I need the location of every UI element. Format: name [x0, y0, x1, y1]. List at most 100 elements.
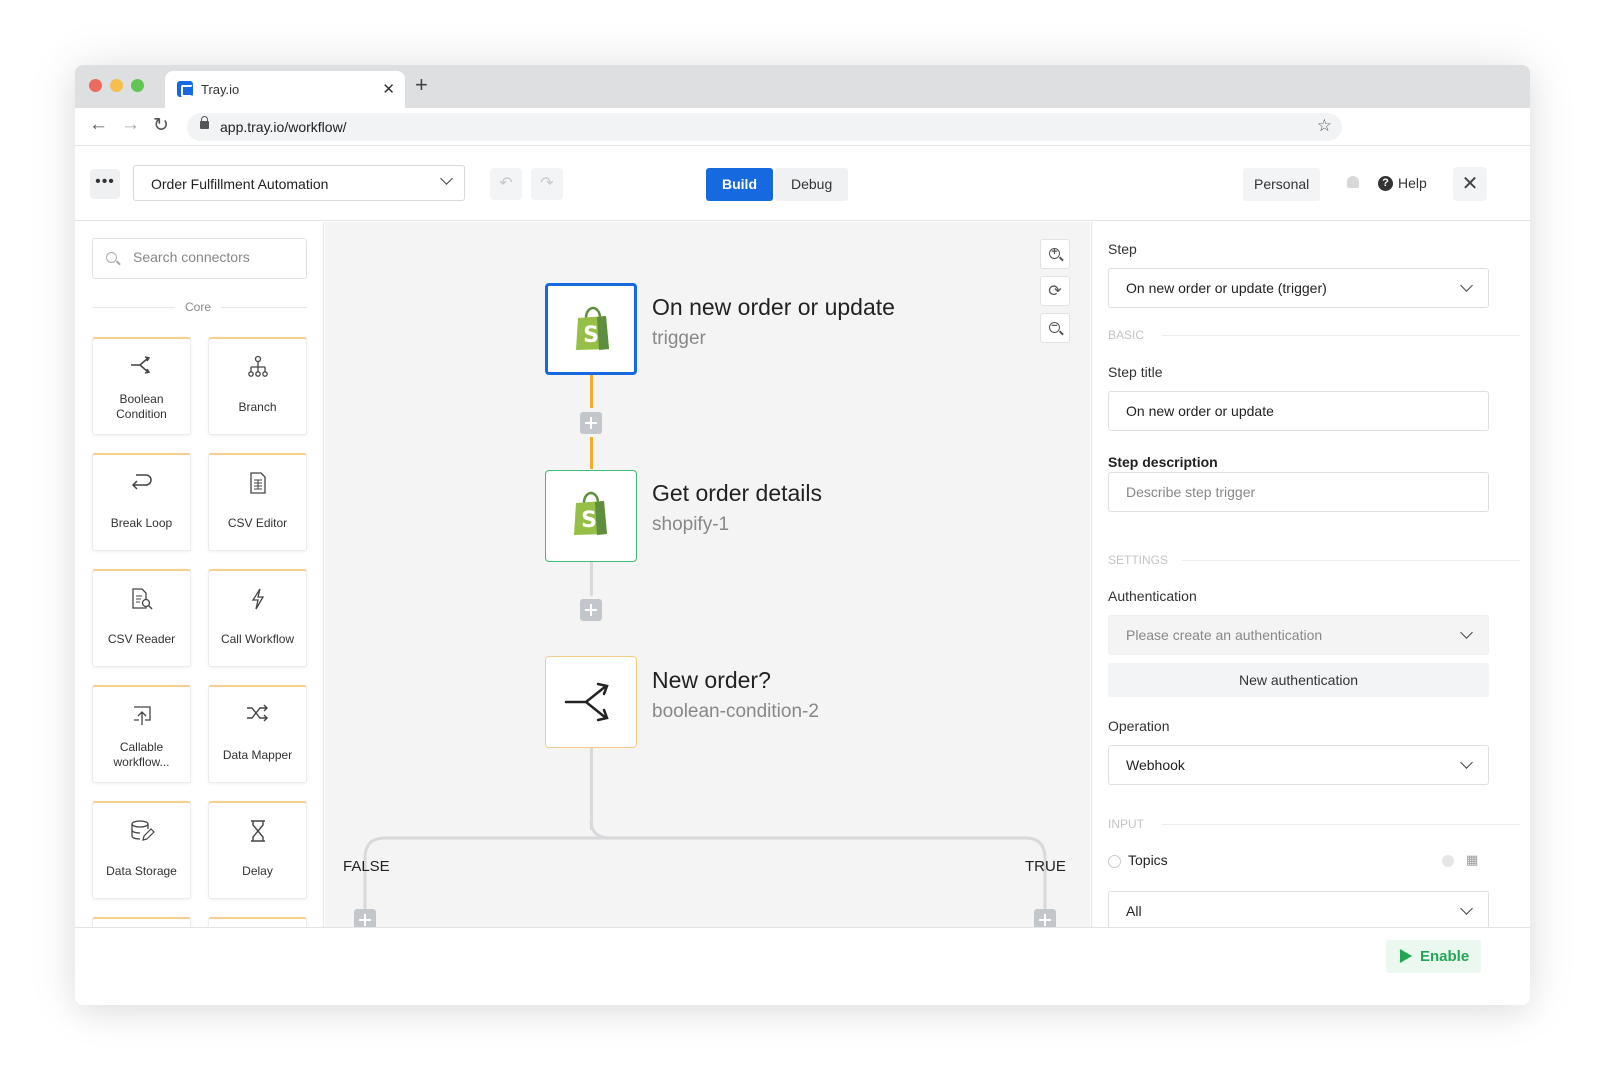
boolean-condition-node[interactable] [545, 656, 637, 748]
topics-radio[interactable] [1108, 855, 1121, 868]
workspace-button[interactable]: Personal [1243, 168, 1321, 201]
boolean-branch-icon [564, 682, 609, 722]
step-title-input[interactable]: On new order or update [1108, 391, 1489, 431]
false-branch-label: FALSE [343, 858, 390, 875]
authentication-placeholder: Please create an authentication [1126, 627, 1323, 643]
connector-card-branch[interactable]: Branch [208, 337, 307, 435]
true-branch-label: TRUE [1025, 858, 1066, 875]
operation-select[interactable]: Webhook [1108, 745, 1489, 785]
build-mode-button[interactable]: Build [706, 168, 773, 201]
new-authentication-button[interactable]: New authentication [1108, 663, 1489, 697]
workflow-selector[interactable]: Order Fulfillment Automation [133, 165, 465, 201]
table-view-icon[interactable]: ▦ [1466, 852, 1478, 868]
close-icon: ✕ [1461, 173, 1479, 195]
section-divider [1162, 824, 1520, 825]
tab-title: Tray.io [201, 82, 240, 97]
basic-section-label: BASIC [1108, 328, 1145, 342]
address-bar[interactable]: app.tray.io/workflow/ ☆ [187, 113, 1342, 141]
connector-card-break-loop[interactable]: Break Loop [92, 453, 191, 551]
return-arrow-icon [93, 471, 190, 499]
redo-button[interactable]: ↷ [531, 168, 563, 200]
chevron-down-icon [1460, 902, 1473, 915]
connector-card-csv-editor[interactable]: CSV Editor [208, 453, 307, 551]
new-tab-icon[interactable]: + [415, 74, 428, 96]
node-subtitle: shopify-1 [652, 514, 730, 535]
operation-value: Webhook [1126, 757, 1185, 773]
spreadsheet-icon [209, 471, 306, 501]
step-description-placeholder: Describe step trigger [1126, 484, 1256, 500]
input-section-label: INPUT [1108, 817, 1144, 831]
enable-workflow-button[interactable]: Enable [1386, 940, 1482, 973]
trigger-node[interactable]: S [545, 283, 637, 375]
connector-label: Branch [238, 400, 277, 414]
chevron-down-icon [440, 172, 453, 185]
reload-icon[interactable]: ↻ [153, 114, 169, 137]
step-title-label: Step title [1108, 364, 1163, 380]
shopify-node[interactable]: S [545, 470, 637, 562]
step-properties-panel: Step On new order or update (trigger) BA… [1091, 222, 1530, 927]
play-icon [1400, 949, 1412, 963]
connector-label: Break Loop [110, 516, 173, 530]
connector-card-boolean-condition[interactable]: Boolean Condition [92, 337, 191, 435]
connector-card-delay[interactable]: Delay [208, 801, 307, 899]
browser-tab[interactable]: Tray.io ✕ [165, 71, 405, 108]
help-icon[interactable]: ? [1378, 176, 1393, 191]
connector-card-callable-workflow[interactable]: Callable workflow... [92, 685, 191, 783]
branch-arrow-icon [93, 355, 190, 381]
topics-value: All [1126, 903, 1142, 919]
topics-label: Topics [1128, 852, 1168, 868]
search-connectors-box [92, 238, 307, 279]
close-window-button[interactable] [89, 79, 102, 92]
workflow-name: Order Fulfillment Automation [151, 176, 329, 192]
back-icon[interactable]: ← [89, 114, 108, 136]
upload-icon [93, 703, 190, 733]
forward-icon[interactable]: → [121, 114, 140, 136]
notification-bell-icon[interactable] [1347, 176, 1359, 188]
connector-card-partial[interactable] [92, 917, 191, 927]
connector-card-call-workflow[interactable]: Call Workflow [208, 569, 307, 667]
step-description-input[interactable]: Describe step trigger [1108, 472, 1489, 512]
node-subtitle: trigger [652, 328, 706, 349]
topics-select[interactable]: All [1108, 891, 1489, 927]
help-link[interactable]: Help [1398, 175, 1427, 191]
authentication-label: Authentication [1108, 588, 1197, 604]
enable-label: Enable [1420, 948, 1470, 965]
workflow-canvas[interactable]: + ⟳ − FALSE TRUE S On new order or updat… [325, 222, 1090, 927]
search-input[interactable] [133, 249, 298, 265]
debug-mode-button[interactable]: Debug [775, 168, 849, 201]
minimize-window-button[interactable] [110, 79, 123, 92]
hourglass-icon [209, 819, 306, 849]
connector-label: Data Mapper [222, 748, 293, 762]
add-step-false-icon[interactable] [354, 909, 376, 927]
undo-button[interactable]: ↶ [490, 168, 522, 200]
branch-lines [363, 819, 1047, 912]
section-divider [1182, 560, 1520, 561]
tab-close-icon[interactable]: ✕ [382, 80, 395, 98]
lock-icon [200, 116, 209, 129]
undo-icon: ↶ [499, 175, 513, 192]
browser-toolbar: ← → ↻ app.tray.io/workflow/ ☆ [75, 108, 1530, 146]
builder-footer: Enable [75, 927, 1530, 1005]
svg-text:S: S [581, 508, 597, 533]
connector-label: Data Storage [106, 864, 177, 878]
connector-card-data-storage[interactable]: Data Storage [92, 801, 191, 899]
maximize-window-button[interactable] [131, 79, 144, 92]
info-icon[interactable] [1442, 855, 1454, 867]
node-subtitle: boolean-condition-2 [652, 701, 819, 722]
connector-card-data-mapper[interactable]: Data Mapper [208, 685, 307, 783]
connector-card-csv-reader[interactable]: CSV Reader [92, 569, 191, 667]
tree-icon [209, 355, 306, 385]
add-step-true-icon[interactable] [1034, 909, 1056, 927]
connector-label: CSV Editor [227, 516, 288, 530]
connector-card-partial[interactable] [208, 917, 307, 927]
step-title-value: On new order or update [1126, 403, 1274, 419]
step-select[interactable]: On new order or update (trigger) [1108, 268, 1489, 308]
authentication-select[interactable]: Please create an authentication [1108, 615, 1489, 655]
connectors-sidebar: Core Boolean Condition Branch Break Loop… [75, 222, 324, 927]
section-divider [1162, 335, 1520, 336]
section-label: Core [175, 300, 222, 314]
more-menu-button[interactable]: ••• [90, 169, 120, 199]
tab-strip: Tray.io ✕ + [75, 65, 1530, 108]
close-builder-button[interactable]: ✕ [1453, 167, 1487, 201]
bookmark-star-icon[interactable]: ☆ [1317, 116, 1332, 136]
